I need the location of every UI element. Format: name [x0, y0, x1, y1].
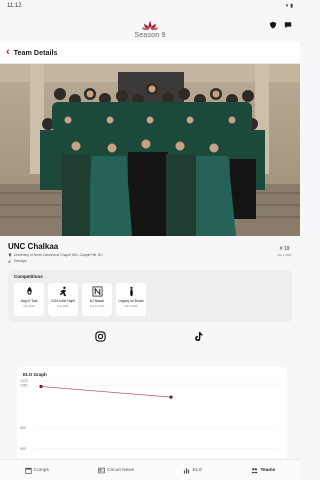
- competitions-heading: Competitions: [14, 274, 43, 279]
- people-icon: [251, 467, 259, 473]
- y-tick-label: 950: [20, 426, 26, 430]
- team-style-row: Dandiya: [8, 259, 292, 263]
- competition-name: Legacy on Broad: [118, 299, 144, 303]
- team-university-row: University of North Carolina at Chapel H…: [8, 253, 292, 257]
- competition-date: Feb 22 2025: [89, 304, 105, 308]
- team-info: UNC Chalkaa University of North Carolina…: [0, 236, 300, 270]
- dancer-logo-icon: [24, 286, 35, 297]
- dancer-logo-icon: [58, 286, 69, 297]
- competition-date: Feb 2025: [23, 304, 35, 308]
- elo-data-point[interactable]: [169, 395, 173, 399]
- competition-date: Feb 2025: [57, 304, 69, 308]
- tiktok-icon[interactable]: [193, 331, 204, 342]
- tab-teams-label: Teams: [260, 467, 276, 473]
- competition-item[interactable]: Aag Ki Taal Feb 2025: [14, 283, 44, 316]
- team-university: University of North Carolina at Chapel H…: [14, 253, 103, 257]
- competition-item[interactable]: NJ Naach Feb 22 2025: [82, 283, 112, 316]
- competition-name: Aag Ki Taal: [20, 299, 38, 303]
- shield-icon[interactable]: [268, 20, 277, 29]
- tab-elo-label: ELO: [192, 467, 203, 473]
- tab-circuit-news-label: Circuit News: [107, 467, 135, 473]
- location-pin-icon: [8, 253, 12, 257]
- wifi-icon: ▾: [285, 3, 289, 9]
- status-time: 11:12: [7, 3, 22, 9]
- competition-name: GGA Indie Night: [51, 299, 75, 303]
- elo-series-line: [40, 386, 172, 398]
- team-style: Dandiya: [14, 259, 27, 263]
- news-icon: [98, 467, 106, 473]
- calendar-icon: [25, 467, 32, 474]
- tab-elo[interactable]: ELO: [183, 467, 202, 474]
- chat-icon[interactable]: [283, 20, 292, 29]
- competitions-card: Competitions Aag Ki Taal Feb 2025 GGA In…: [8, 270, 292, 322]
- tab-circuit-news[interactable]: Circuit News: [98, 467, 134, 474]
- rank-date: Oct 1 2027: [277, 253, 292, 257]
- rank-badge: # 19 Oct 1 2027: [277, 246, 292, 257]
- competitions-list: Aag Ki Taal Feb 2025 GGA Indie Night Feb…: [14, 283, 286, 316]
- competition-item[interactable]: Legacy on Broad Mar 8 2025: [116, 283, 146, 316]
- battery-icon: ▮: [290, 3, 293, 9]
- y-tick-label: 900: [20, 447, 26, 451]
- status-icons: ▾ ▮: [286, 3, 293, 9]
- bottom-nav: Comps Circuit News ELO Teams: [0, 459, 300, 480]
- figure-logo-icon: [126, 286, 137, 297]
- nav-bar: ‹ Team Details: [0, 42, 300, 64]
- tab-teams[interactable]: Teams: [251, 467, 275, 474]
- page-title: Team Details: [13, 48, 58, 57]
- team-name: UNC Chalkaa: [8, 242, 59, 251]
- elo-graph-chart: 10701050950900: [20, 379, 279, 451]
- n-logo-icon: [92, 286, 103, 297]
- rank-number: # 19: [279, 246, 290, 252]
- app-header: Season 9: [0, 12, 300, 42]
- app-logo-icon: [141, 20, 159, 31]
- back-button[interactable]: ‹: [6, 47, 10, 58]
- team-photo: [0, 64, 300, 236]
- competition-name: NJ Naach: [89, 299, 105, 303]
- tab-comps-label: Comps: [33, 467, 49, 473]
- competition-item[interactable]: GGA Indie Night Feb 2025: [48, 283, 78, 316]
- instagram-icon[interactable]: [95, 331, 106, 342]
- social-links: [0, 322, 300, 350]
- tab-comps[interactable]: Comps: [25, 467, 49, 474]
- season-title: Season 9: [134, 32, 166, 39]
- elo-data-point[interactable]: [39, 384, 43, 389]
- header-actions: [268, 20, 292, 29]
- y-tick-label: 1050: [20, 383, 28, 387]
- status-bar: 11:12 ▾ ▮: [0, 0, 300, 12]
- music-note-icon: [8, 259, 11, 263]
- bar-chart-icon: [184, 467, 190, 473]
- team-photo-image: [0, 64, 300, 236]
- elo-graph-card: ELO Graph 1070 1050 950 900: [17, 367, 287, 460]
- competition-date: Mar 8 2025: [124, 304, 138, 308]
